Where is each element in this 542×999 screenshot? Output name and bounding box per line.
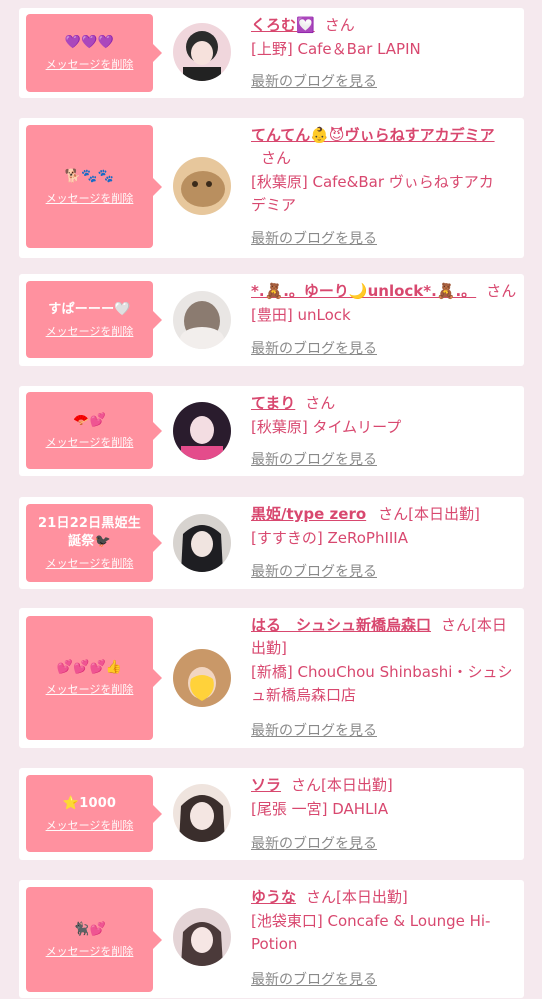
message-text: すぱーーー🤍 — [48, 301, 131, 317]
delete-message-link[interactable]: メッセージを削除 — [46, 683, 134, 697]
cast-name-link[interactable]: ソラ — [251, 776, 281, 794]
card-info: 黒姫/type zero さん[本日出勤] [すすきの] ZeRoPhIIIA — [251, 503, 518, 550]
latest-blog-link[interactable]: 最新のブログを見る — [251, 71, 377, 91]
message-text: 💜💜💜 — [64, 35, 115, 50]
shop-label: [豊田] unLock — [251, 306, 351, 324]
message-card: すぱーーー🤍 メッセージを削除 *.🧸.。ゆーり🌙unlock*.🧸.。 さん [… — [19, 274, 524, 366]
message-card: 21日22日黒姫生誕祭🐦‍⬛ メッセージを削除 黒姫/type zero さん[本… — [19, 497, 524, 589]
message-text: 🐕🐾🐾 — [64, 168, 115, 184]
shop-label: [すすきの] ZeRoPhIIIA — [251, 529, 408, 547]
message-list: 💜💜💜 メッセージを削除 くろむ💟 さん [上野] Cafe＆Bar LAPIN … — [0, 0, 542, 999]
message-bubble: 🐕🐾🐾 メッセージを削除 — [26, 125, 162, 248]
latest-blog-link[interactable]: 最新のブログを見る — [251, 449, 377, 469]
message-text: 💕💕💕👍 — [56, 660, 123, 675]
latest-blog-link[interactable]: 最新のブログを見る — [251, 720, 377, 740]
shop-label: [上野] Cafe＆Bar LAPIN — [251, 40, 421, 58]
latest-blog-link[interactable]: 最新のブログを見る — [251, 833, 377, 853]
message-text: 21日22日黒姫生誕祭🐦‍⬛ — [38, 516, 141, 549]
delete-message-link[interactable]: メッセージを削除 — [46, 192, 134, 206]
cast-name-link[interactable]: くろむ💟 — [251, 16, 315, 34]
message-text: ⭐1000 — [62, 795, 117, 811]
message-bubble: 🐈‍⬛💕 メッセージを削除 — [26, 887, 162, 992]
avatar[interactable] — [173, 157, 231, 215]
cast-name-link[interactable]: てまり — [251, 394, 295, 412]
cast-name-link[interactable]: *.🧸.。ゆーり🌙unlock*.🧸.。 — [251, 282, 476, 300]
card-info: くろむ💟 さん [上野] Cafe＆Bar LAPIN — [251, 14, 518, 61]
avatar[interactable] — [173, 784, 231, 842]
card-info: てまり さん [秋葉原] タイムリープ — [251, 392, 518, 439]
delete-message-link[interactable]: メッセージを削除 — [46, 557, 134, 571]
name-suffix: さん — [324, 16, 355, 34]
message-card: 🪭💕 メッセージを削除 てまり さん [秋葉原] タイムリープ 最新のブログを見る — [19, 386, 524, 476]
cast-name-link[interactable]: はる シュシュ新橋烏森口 — [251, 616, 431, 634]
message-card: 🐈‍⬛💕 メッセージを削除 ゆうな さん[本日出勤] [池袋東口] Concafe… — [19, 880, 524, 998]
message-bubble: 💕💕💕👍 メッセージを削除 — [26, 616, 162, 740]
name-suffix: さん — [486, 282, 517, 300]
cast-name-link[interactable]: てんてん👶😈ヴぃらねすアカデミア — [251, 126, 495, 144]
message-card: ⭐1000 メッセージを削除 ソラ さん[本日出勤] [尾張 一宮] DAHLIA… — [19, 768, 524, 860]
message-text: 🪭💕 — [73, 412, 106, 428]
shop-label: [尾張 一宮] DAHLIA — [251, 800, 389, 818]
card-info: はる シュシュ新橋烏森口 さん[本日出勤] [新橋] ChouChou Shinb… — [251, 614, 518, 707]
message-card: 💕💕💕👍 メッセージを削除 はる シュシュ新橋烏森口 さん[本日出勤] [新橋] … — [19, 608, 524, 748]
name-suffix: さん — [261, 149, 292, 167]
shop-label: [秋葉原] タイムリープ — [251, 418, 402, 436]
cast-name-link[interactable]: 黒姫/type zero — [251, 505, 366, 523]
shop-label: [秋葉原] Cafe&Bar ヴぃらねすアカデミア — [251, 173, 494, 214]
shop-label: [池袋東口] Concafe & Lounge Hi-Potion — [251, 912, 491, 953]
message-card: 🐕🐾🐾 メッセージを削除 てんてん👶😈ヴぃらねすアカデミアさん [秋葉原] Ca… — [19, 118, 524, 258]
latest-blog-link[interactable]: 最新のブログを見る — [251, 969, 377, 989]
latest-blog-link[interactable]: 最新のブログを見る — [251, 228, 377, 248]
delete-message-link[interactable]: メッセージを削除 — [46, 945, 134, 959]
shop-label: [新橋] ChouChou Shinbashi・シュシュ新橋烏森口店 — [251, 663, 513, 704]
message-text: 🐈‍⬛💕 — [73, 921, 106, 937]
delete-message-link[interactable]: メッセージを削除 — [46, 325, 134, 339]
avatar[interactable] — [173, 649, 231, 707]
name-suffix: さん — [305, 394, 336, 412]
card-info: ソラ さん[本日出勤] [尾張 一宮] DAHLIA — [251, 774, 518, 821]
message-bubble: 21日22日黒姫生誕祭🐦‍⬛ メッセージを削除 — [26, 504, 162, 582]
cast-name-link[interactable]: ゆうな — [251, 888, 296, 906]
latest-blog-link[interactable]: 最新のブログを見る — [251, 338, 377, 358]
message-bubble: 🪭💕 メッセージを削除 — [26, 392, 162, 469]
delete-message-link[interactable]: メッセージを削除 — [46, 58, 134, 72]
avatar[interactable] — [173, 291, 231, 349]
avatar[interactable] — [173, 23, 231, 81]
card-info: てんてん👶😈ヴぃらねすアカデミアさん [秋葉原] Cafe&Bar ヴぃらねすア… — [251, 124, 504, 217]
avatar[interactable] — [173, 402, 231, 460]
message-bubble: すぱーーー🤍 メッセージを削除 — [26, 281, 162, 358]
card-info: ゆうな さん[本日出勤] [池袋東口] Concafe & Lounge Hi-P… — [251, 886, 494, 956]
avatar[interactable] — [173, 514, 231, 572]
avatar[interactable] — [173, 908, 231, 966]
name-suffix: さん[本日出勤] — [378, 505, 480, 523]
delete-message-link[interactable]: メッセージを削除 — [46, 436, 134, 450]
message-bubble: ⭐1000 メッセージを削除 — [26, 775, 162, 852]
message-bubble: 💜💜💜 メッセージを削除 — [26, 14, 162, 92]
latest-blog-link[interactable]: 最新のブログを見る — [251, 561, 377, 581]
name-suffix: さん[本日出勤] — [306, 888, 408, 906]
delete-message-link[interactable]: メッセージを削除 — [46, 819, 134, 833]
name-suffix: さん[本日出勤] — [291, 776, 393, 794]
card-info: *.🧸.。ゆーり🌙unlock*.🧸.。 さん [豊田] unLock — [251, 280, 518, 327]
message-card: 💜💜💜 メッセージを削除 くろむ💟 さん [上野] Cafe＆Bar LAPIN … — [19, 8, 524, 98]
